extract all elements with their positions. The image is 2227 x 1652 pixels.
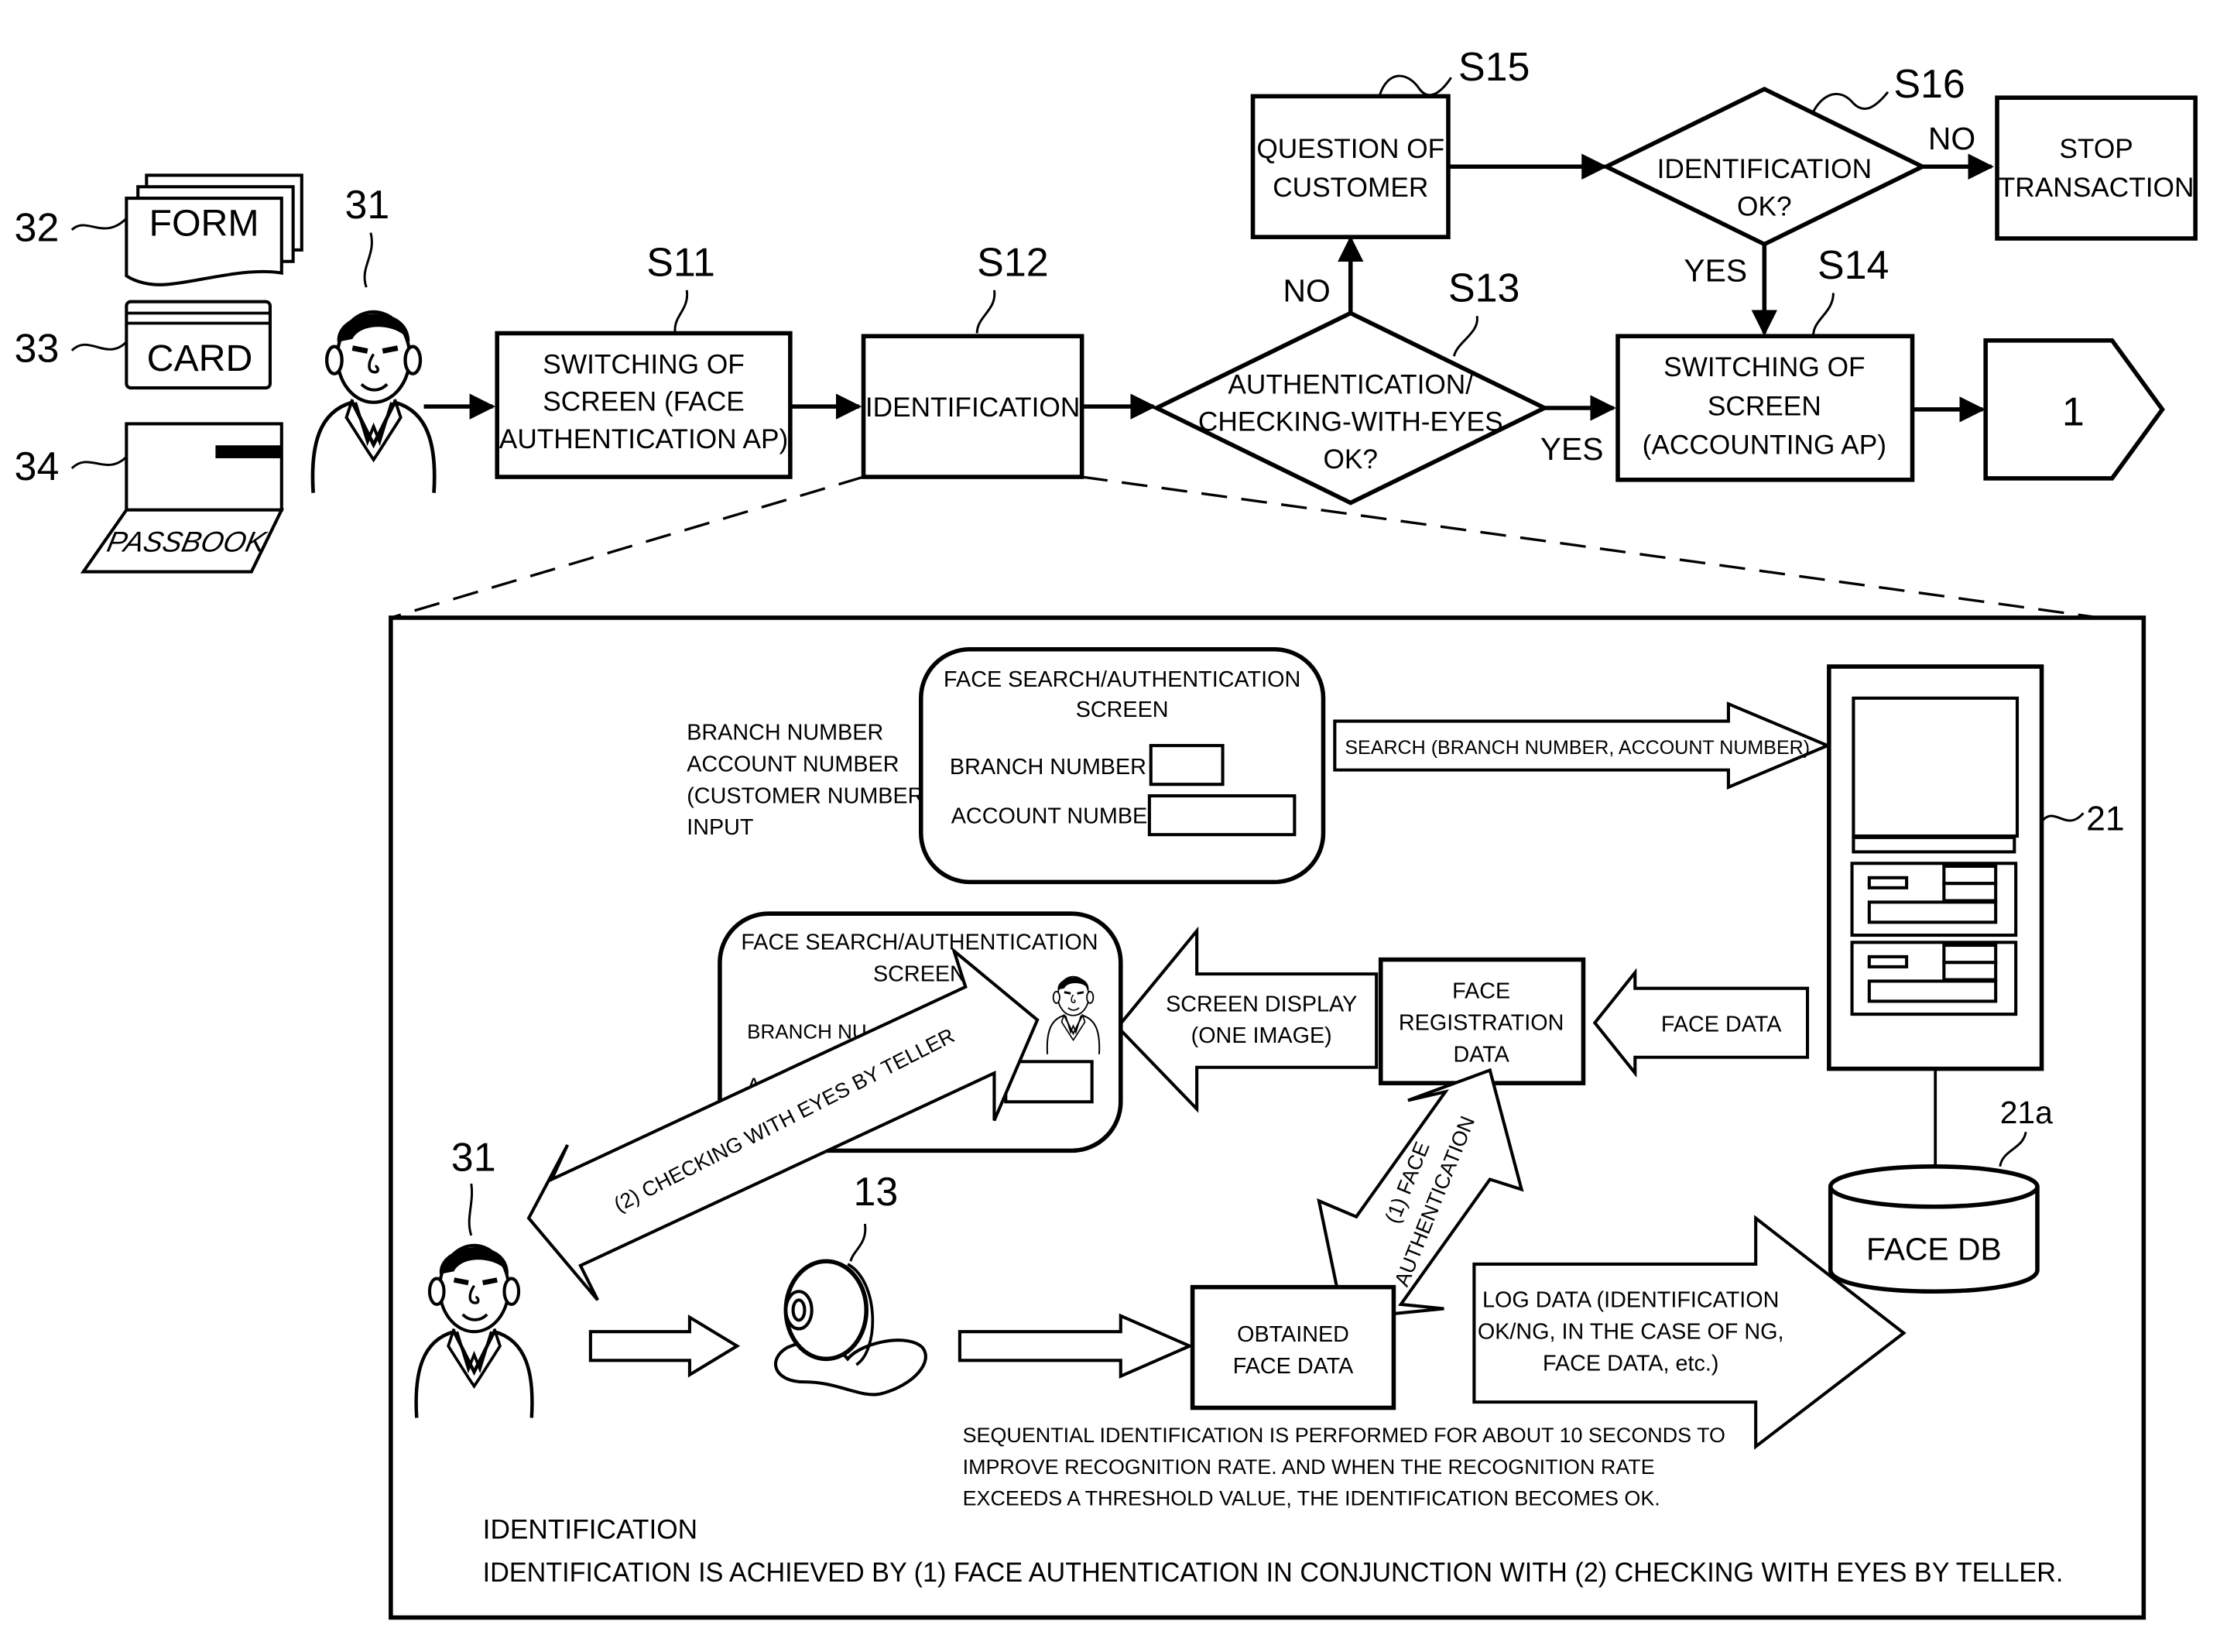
offpage-connector: 1 (1983, 338, 2165, 481)
search-arrow-label: SEARCH (BRANCH NUMBER, ACCOUNT NUMBER) (1345, 737, 1810, 759)
form-item: 32 FORM (15, 173, 303, 286)
stop-line2: TRANSACTION (1999, 173, 2194, 203)
step-s12: S12 IDENTIFICATION (861, 240, 1084, 479)
s16-label: S16 (1893, 62, 1965, 107)
customer-detail-ref: 31 (451, 1135, 496, 1180)
s14-label: S14 (1818, 243, 1889, 288)
screen-display-line1: SCREEN DISPLAY (1166, 992, 1357, 1016)
s15-label: S15 (1458, 45, 1530, 90)
s13-line2: CHECKING-WITH-EYES (1198, 407, 1503, 437)
s15-line1: QUESTION OF (1256, 134, 1444, 164)
s15-box (1250, 94, 1451, 239)
s12-line1: IDENTIFICATION (865, 392, 1080, 423)
customer-ref: 31 (344, 183, 389, 228)
form-leader (70, 218, 128, 231)
obtained-box (1190, 1284, 1396, 1410)
branch-number-field[interactable] (1149, 744, 1225, 787)
obtained-line2: FACE DATA (1233, 1354, 1354, 1379)
screen1-title-line2: SCREEN (1076, 697, 1169, 722)
screen2-title-line1: FACE SEARCH/AUTHENTICATION (741, 931, 1098, 955)
form-ref: 32 (15, 206, 60, 251)
s14-line3: (ACCOUNTING AP) (1643, 430, 1886, 460)
camera-ref: 13 (854, 1170, 899, 1215)
s12-label: S12 (977, 240, 1048, 285)
s13-label: S13 (1448, 266, 1519, 311)
passbook-label: PASSBOOK (104, 526, 270, 558)
input-note-line2: ACCOUNT NUMBER (687, 752, 899, 776)
s11-line1: SWITCHING OF (543, 349, 744, 379)
card-item: 33 CARD (15, 300, 272, 390)
form-label: FORM (149, 202, 259, 244)
sequential-note-line2: IMPROVE RECOGNITION RATE. AND WHEN THE R… (963, 1455, 1655, 1479)
sequential-note-line3: EXCEEDS A THRESHOLD VALUE, THE IDENTIFIC… (963, 1487, 1660, 1510)
connector-label: 1 (2062, 389, 2085, 434)
customer-top: 31 (313, 183, 434, 493)
face-search-screen-input: FACE SEARCH/AUTHENTICATION SCREEN BRANCH… (918, 646, 1326, 885)
step-s15: S15 QUESTION OF CUSTOMER (1250, 45, 1530, 239)
s15-line2: CUSTOMER (1273, 173, 1428, 203)
server-display (1852, 696, 2020, 838)
sequential-note: SEQUENTIAL IDENTIFICATION IS PERFORMED F… (963, 1424, 1725, 1510)
server-ref: 21 (2086, 800, 2125, 838)
s14-line2: SCREEN (1708, 391, 1821, 421)
identification-flow-diagram: 32 FORM 33 CARD 34 PASSBOOK 31 S11 SWITC… (15, 45, 2198, 1620)
card-ref: 33 (15, 327, 60, 372)
stop-box (1995, 95, 2198, 241)
summary-text: IDENTIFICATION IS ACHIEVED BY (1) FACE A… (483, 1558, 2064, 1588)
s13-line1: AUTHENTICATION/ (1228, 369, 1473, 399)
face-db-label: FACE DB (1866, 1231, 2002, 1266)
obtained-face-data: OBTAINED FACE DATA (1190, 1284, 1396, 1410)
customer-figure (313, 312, 434, 493)
decision-s13: S13 AUTHENTICATION/ CHECKING-WITH-EYES O… (1151, 266, 1604, 506)
screen1-account-label: ACCOUNT NUMBER (951, 804, 1163, 828)
step-s11: S11 SWITCHING OF SCREEN (FACE AUTHENTICA… (495, 240, 793, 479)
decision-s16: S16 IDENTIFICATION OK? NO YES (1601, 62, 1975, 289)
screen-display-line2: (ONE IMAGE) (1191, 1023, 1332, 1048)
face-db-ref: 21a (2000, 1095, 2053, 1130)
s11-label: S11 (646, 240, 715, 285)
face-registration-line3: DATA (1453, 1042, 1509, 1067)
sequential-note-line1: SEQUENTIAL IDENTIFICATION IS PERFORMED F… (963, 1424, 1725, 1447)
s13-no-label: NO (1283, 273, 1331, 309)
s16-yes-label: YES (1684, 253, 1747, 289)
s16-line2: OK? (1737, 191, 1792, 221)
face-registration-line1: FACE (1452, 979, 1510, 1004)
passbook-cover (125, 422, 283, 512)
s16-no-label: NO (1928, 121, 1975, 156)
zoom-line-right (1081, 475, 2141, 625)
card-label: CARD (147, 338, 253, 379)
screen2-field (1004, 1060, 1094, 1104)
account-number-field[interactable] (1147, 793, 1297, 837)
passbook-leader (70, 456, 128, 470)
stop-line1: STOP (2059, 134, 2133, 164)
s11-line2: SCREEN (FACE (543, 387, 745, 417)
summary-title: IDENTIFICATION (483, 1514, 697, 1544)
face-registration-data: FACE REGISTRATION DATA (1378, 957, 1586, 1085)
zoom-line-left (390, 475, 865, 619)
passbook-ref: 34 (15, 444, 60, 489)
face-registration-line2: REGISTRATION (1399, 1011, 1564, 1036)
s14-line1: SWITCHING OF (1663, 352, 1865, 382)
input-note-line1: BRANCH NUMBER (687, 721, 883, 745)
input-note-line3: (CUSTOMER NUMBER) (687, 783, 931, 808)
screen2-title-line2: SCREEN (873, 961, 966, 986)
s13-yes-label: YES (1540, 431, 1604, 467)
face-db-top (1828, 1164, 2040, 1209)
screen1-title-line1: FACE SEARCH/AUTHENTICATION (944, 667, 1300, 692)
s13-line3: OK? (1323, 444, 1378, 475)
log-arrow-line2: OK/NG, IN THE CASE OF NG, (1478, 1319, 1784, 1344)
card-leader (70, 341, 128, 351)
stop-transaction: STOP TRANSACTION (1995, 95, 2198, 241)
log-arrow-line1: LOG DATA (IDENTIFICATION (1482, 1288, 1779, 1313)
server-slot (1852, 835, 2016, 854)
face-data-arrow-label: FACE DATA (1661, 1012, 1782, 1037)
s11-line3: AUTHENTICATION AP) (499, 424, 788, 454)
screen1-branch-label: BRANCH NUMBER (950, 755, 1146, 780)
passbook-item: 34 PASSBOOK (15, 422, 285, 574)
face-data-arrow: FACE DATA (1592, 968, 1810, 1078)
obtained-line1: OBTAINED (1237, 1322, 1349, 1347)
s16-line1: IDENTIFICATION (1657, 154, 1872, 184)
log-arrow-line3: FACE DATA, etc.) (1543, 1351, 1718, 1376)
input-note-line4: INPUT (687, 815, 753, 840)
